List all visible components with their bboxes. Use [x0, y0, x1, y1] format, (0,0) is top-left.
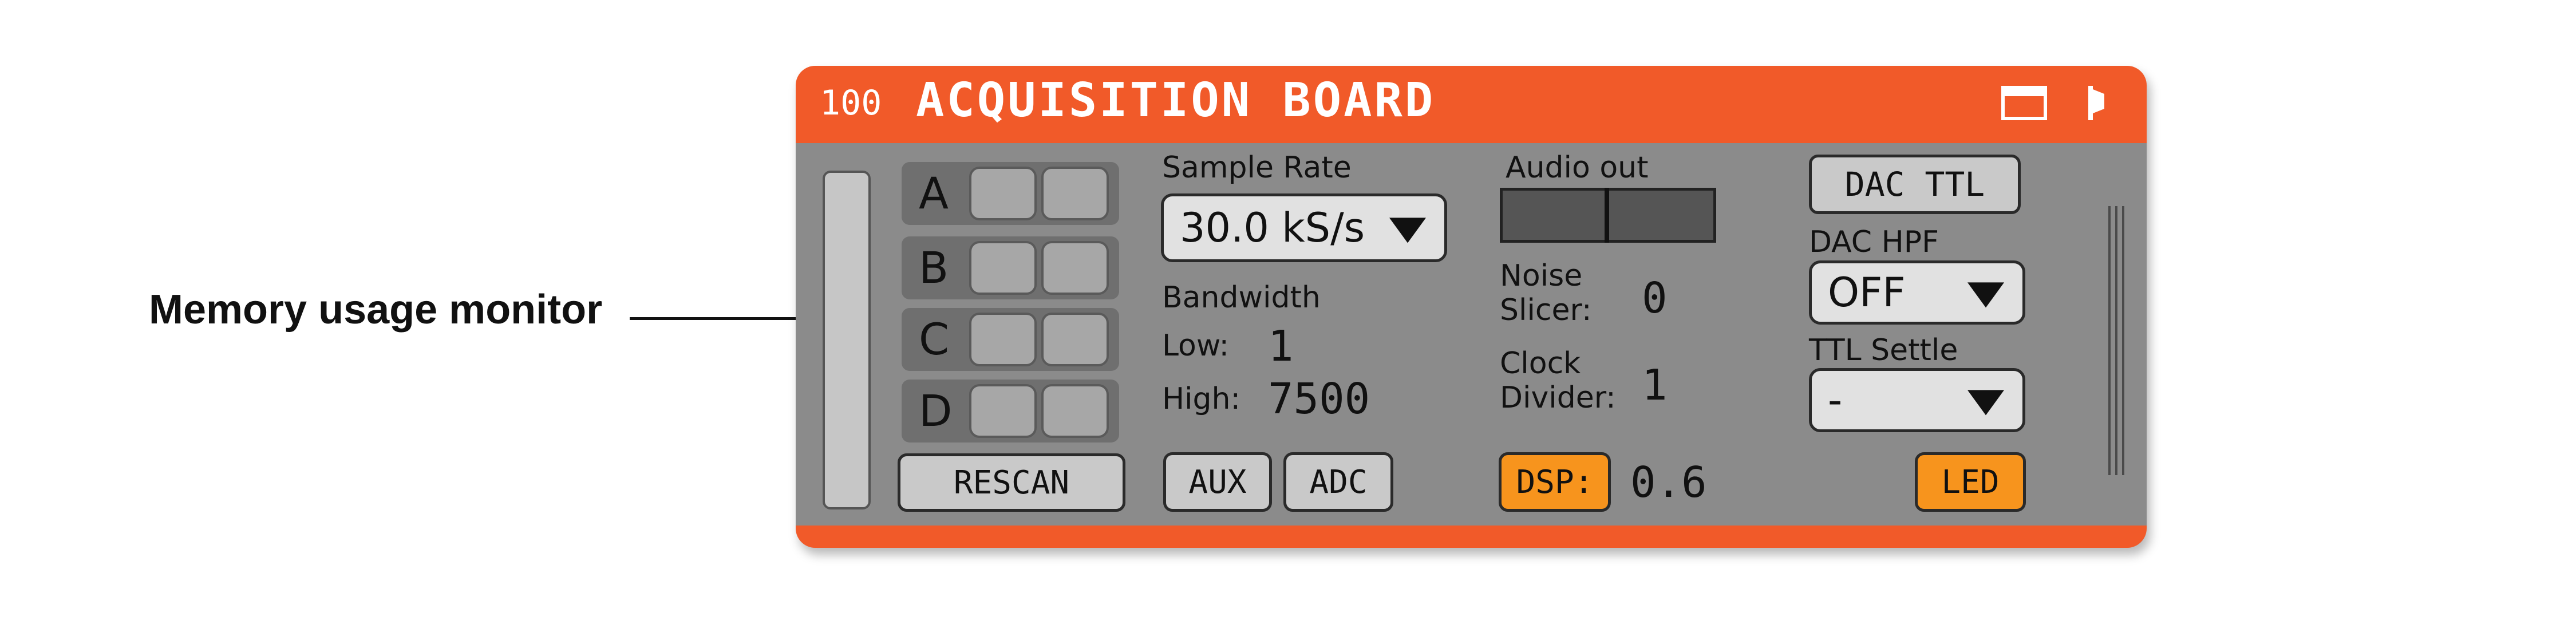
- port-letter: B: [919, 242, 949, 293]
- bandwidth-low-label: Low:: [1162, 329, 1230, 363]
- rescan-button[interactable]: RESCAN: [898, 453, 1125, 512]
- drag-handle[interactable]: [2108, 206, 2131, 475]
- audio-out-label: Audio out: [1506, 151, 1649, 185]
- adc-button[interactable]: ADC: [1283, 452, 1393, 512]
- channel-slot[interactable]: [1041, 241, 1109, 295]
- dsp-cutoff-value[interactable]: 0.6: [1630, 458, 1707, 507]
- window-icon[interactable]: [2001, 86, 2047, 120]
- headstage-port-d: D: [902, 380, 1119, 442]
- channel-slot[interactable]: [969, 241, 1037, 295]
- sample-rate-select[interactable]: 30.0 kS/s: [1161, 193, 1447, 262]
- clock-divider-label-line2: Divider:: [1500, 380, 1616, 415]
- dac-hpf-label: DAC HPF: [1809, 225, 1939, 259]
- port-letter: C: [919, 314, 950, 365]
- headstage-port-b: B: [902, 236, 1119, 299]
- headstage-port-c: C: [902, 308, 1119, 371]
- noise-slicer-label: Noise Slicer:: [1500, 259, 1591, 328]
- noise-slicer-label-line2: Slicer:: [1500, 293, 1592, 327]
- memory-usage-callout-label: Memory usage monitor: [149, 287, 603, 333]
- channel-slot[interactable]: [969, 167, 1037, 220]
- chevron-down-icon: [1967, 390, 2004, 416]
- bandwidth-low-value[interactable]: 1: [1268, 322, 1294, 371]
- ttl-settle-label: TTL Settle: [1809, 333, 1958, 368]
- noise-slicer-label-line1: Noise: [1500, 259, 1583, 293]
- dac-ttl-button[interactable]: DAC TTL: [1809, 155, 2021, 214]
- aux-button[interactable]: AUX: [1163, 452, 1272, 512]
- port-letter: D: [919, 385, 953, 436]
- node-id: 100: [820, 83, 882, 123]
- port-letter: A: [919, 168, 949, 219]
- memory-usage-monitor: [823, 171, 871, 509]
- dac-hpf-select[interactable]: OFF: [1809, 260, 2025, 325]
- noise-slicer-value[interactable]: 0: [1642, 274, 1668, 323]
- callout-leader-line: [630, 317, 801, 320]
- clock-divider-label: Clock Divider:: [1500, 346, 1616, 416]
- channel-slot[interactable]: [1041, 384, 1109, 438]
- ttl-settle-value: -: [1828, 377, 1843, 424]
- clock-divider-label-line1: Clock: [1500, 346, 1581, 381]
- bandwidth-high-label: High:: [1162, 382, 1241, 416]
- ttl-settle-select[interactable]: -: [1809, 368, 2025, 432]
- sample-rate-value: 30.0 kS/s: [1180, 204, 1365, 251]
- channel-slot[interactable]: [969, 384, 1037, 438]
- led-button[interactable]: LED: [1915, 452, 2026, 512]
- dac-hpf-value: OFF: [1828, 269, 1906, 316]
- chevron-down-icon: [1967, 282, 2004, 308]
- pin-icon[interactable]: [2088, 86, 2104, 120]
- sample-rate-label: Sample Rate: [1162, 151, 1352, 185]
- channel-slot[interactable]: [1041, 313, 1109, 366]
- channel-slot[interactable]: [969, 313, 1037, 366]
- channel-slot[interactable]: [1041, 167, 1109, 220]
- audio-out-divider: [1605, 188, 1609, 243]
- chevron-down-icon: [1389, 218, 1426, 243]
- bandwidth-high-value[interactable]: 7500: [1268, 374, 1370, 424]
- editor-title[interactable]: ACQUISITION BOARD: [916, 73, 1435, 128]
- headstage-port-a: A: [902, 162, 1119, 225]
- clock-divider-value[interactable]: 1: [1642, 361, 1668, 410]
- bandwidth-label: Bandwidth: [1162, 280, 1321, 315]
- dsp-button[interactable]: DSP:: [1499, 452, 1611, 512]
